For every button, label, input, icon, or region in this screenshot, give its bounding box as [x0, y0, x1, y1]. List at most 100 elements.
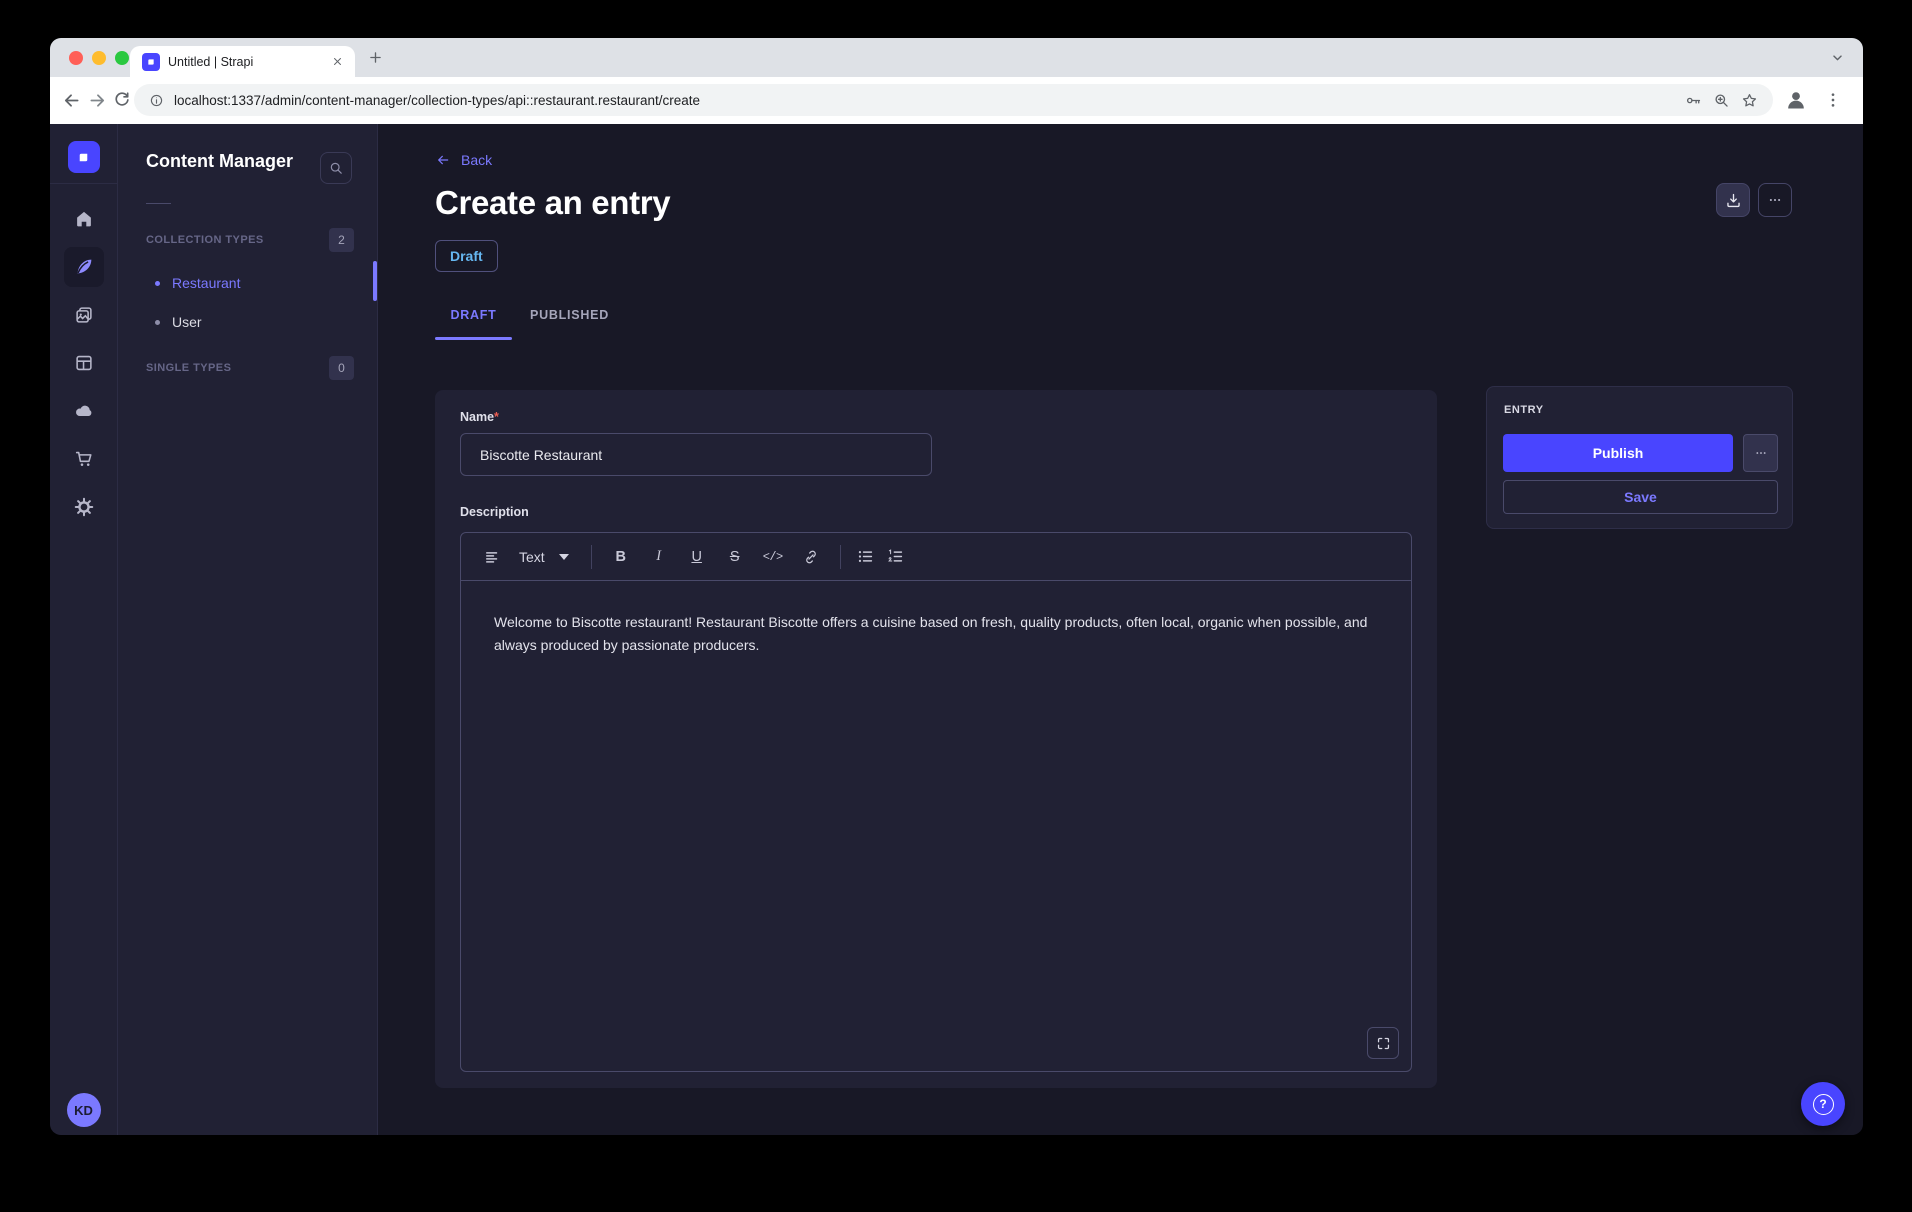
strapi-favicon [142, 53, 160, 71]
url-bar[interactable]: localhost:1337/admin/content-manager/col… [134, 84, 1773, 116]
ellipsis-icon [1753, 445, 1769, 461]
sidebar-item-restaurant[interactable]: Restaurant [155, 265, 240, 301]
sidebar-item-media-library[interactable] [64, 295, 104, 335]
editor-content[interactable]: Welcome to Biscotte restaurant! Restaura… [461, 581, 1411, 677]
strapi-logo[interactable] [68, 141, 100, 173]
numbered-list-button[interactable] [881, 542, 911, 572]
sidebar-item-deploy[interactable] [64, 391, 104, 431]
help-button[interactable]: ? [1801, 1082, 1845, 1126]
user-avatar[interactable]: KD [67, 1093, 101, 1127]
entry-form-card: Name* Description Text B [435, 390, 1437, 1088]
required-mark: * [494, 410, 499, 424]
numbered-list-icon [886, 547, 905, 566]
search-button[interactable] [320, 152, 352, 184]
description-field-label: Description [460, 505, 529, 519]
back-icon[interactable] [61, 90, 82, 111]
tab-close-icon[interactable] [329, 53, 346, 70]
search-icon [328, 160, 344, 176]
back-label: Back [461, 152, 492, 168]
active-tab-underline [435, 337, 512, 340]
reload-icon[interactable] [112, 90, 133, 111]
user-label: User [172, 314, 202, 330]
password-key-icon[interactable] [1684, 91, 1703, 110]
close-window-button[interactable] [69, 51, 83, 65]
bold-button[interactable]: B [606, 542, 636, 572]
bullet-icon [155, 320, 160, 325]
sidebar-item-home[interactable] [64, 199, 104, 239]
primary-sidebar: KD [50, 124, 118, 1135]
status-badge: Draft [435, 240, 498, 272]
browser-menu-icon[interactable] [1823, 90, 1843, 110]
sidebar-item-settings[interactable] [64, 487, 104, 527]
feather-icon [73, 256, 95, 278]
collection-types-count-badge: 2 [329, 228, 354, 252]
sidebar-item-user[interactable]: User [155, 304, 202, 340]
sidebar-item-marketplace[interactable] [64, 439, 104, 479]
maximize-window-button[interactable] [115, 51, 129, 65]
save-button[interactable]: Save [1503, 480, 1778, 514]
fullscreen-icon [1375, 1035, 1392, 1052]
paragraph-style-icon[interactable] [477, 542, 507, 572]
tab-published[interactable]: PUBLISHED [530, 308, 609, 322]
tab-search-chevron-icon[interactable] [1829, 49, 1846, 66]
sidebar-item-content-manager[interactable] [64, 247, 104, 287]
arrow-left-icon [435, 152, 451, 168]
export-button[interactable] [1716, 183, 1750, 217]
gear-icon [73, 496, 95, 518]
browser-toolbar: localhost:1337/admin/content-manager/col… [50, 77, 1863, 124]
single-types-count-badge: 0 [329, 356, 354, 380]
traffic-lights [69, 51, 129, 65]
bulleted-list-button[interactable] [851, 542, 881, 572]
restaurant-label: Restaurant [172, 275, 240, 291]
layout-icon [73, 352, 95, 374]
download-icon [1724, 191, 1743, 210]
strikethrough-button[interactable]: S [720, 542, 750, 572]
forward-icon[interactable] [87, 90, 108, 111]
bookmark-star-icon[interactable] [1740, 91, 1759, 110]
toolbar-separator [591, 545, 592, 569]
code-button[interactable]: </> [758, 542, 788, 572]
cloud-icon [73, 400, 95, 422]
home-icon [73, 208, 95, 230]
strapi-app: KD Content Manager COLLECTION TYPES 2 Re… [50, 124, 1863, 1135]
tab-draft[interactable]: DRAFT [435, 308, 512, 322]
browser-tab[interactable]: Untitled | Strapi [130, 46, 355, 77]
collection-types-header: COLLECTION TYPES 2 [146, 228, 354, 252]
tab-title: Untitled | Strapi [168, 55, 321, 69]
content-manager-title: Content Manager [146, 151, 293, 172]
new-tab-button[interactable] [367, 49, 384, 66]
ellipsis-icon [1766, 191, 1784, 209]
browser-window: Untitled | Strapi localhost:1337/admin/c… [50, 38, 1863, 1135]
entry-panel: ENTRY Publish Save [1486, 386, 1793, 529]
sidebar-item-content-type-builder[interactable] [64, 343, 104, 383]
publish-button[interactable]: Publish [1503, 434, 1733, 472]
entry-more-button[interactable] [1743, 434, 1778, 472]
more-actions-button[interactable] [1758, 183, 1792, 217]
link-icon [802, 548, 820, 566]
name-field-label: Name* [460, 410, 499, 424]
browser-profile-icon[interactable] [1783, 87, 1809, 113]
expand-editor-button[interactable] [1367, 1027, 1399, 1059]
zoom-in-icon[interactable] [1712, 91, 1731, 110]
page-title: Create an entry [435, 184, 670, 222]
site-info-icon [148, 92, 165, 109]
underline-button[interactable]: U [682, 542, 712, 572]
collection-types-label: COLLECTION TYPES [146, 234, 264, 246]
single-types-header: SINGLE TYPES 0 [146, 356, 354, 380]
back-link[interactable]: Back [435, 152, 492, 168]
link-button[interactable] [796, 542, 826, 572]
toolbar-separator [840, 545, 841, 569]
url-text[interactable]: localhost:1337/admin/content-manager/col… [174, 93, 1675, 108]
content-manager-sidebar: Content Manager COLLECTION TYPES 2 Resta… [118, 124, 378, 1135]
question-mark-icon: ? [1813, 1094, 1834, 1115]
block-type-dropdown[interactable]: Text [507, 542, 581, 572]
name-input[interactable] [460, 433, 932, 476]
media-library-icon [73, 304, 95, 326]
sidebar-divider [50, 183, 117, 184]
italic-button[interactable]: I [644, 542, 674, 572]
section-divider [146, 203, 171, 204]
single-types-label: SINGLE TYPES [146, 362, 231, 374]
cart-icon [73, 448, 95, 470]
minimize-window-button[interactable] [92, 51, 106, 65]
rich-text-editor: Text B I U S </> [460, 532, 1412, 1072]
